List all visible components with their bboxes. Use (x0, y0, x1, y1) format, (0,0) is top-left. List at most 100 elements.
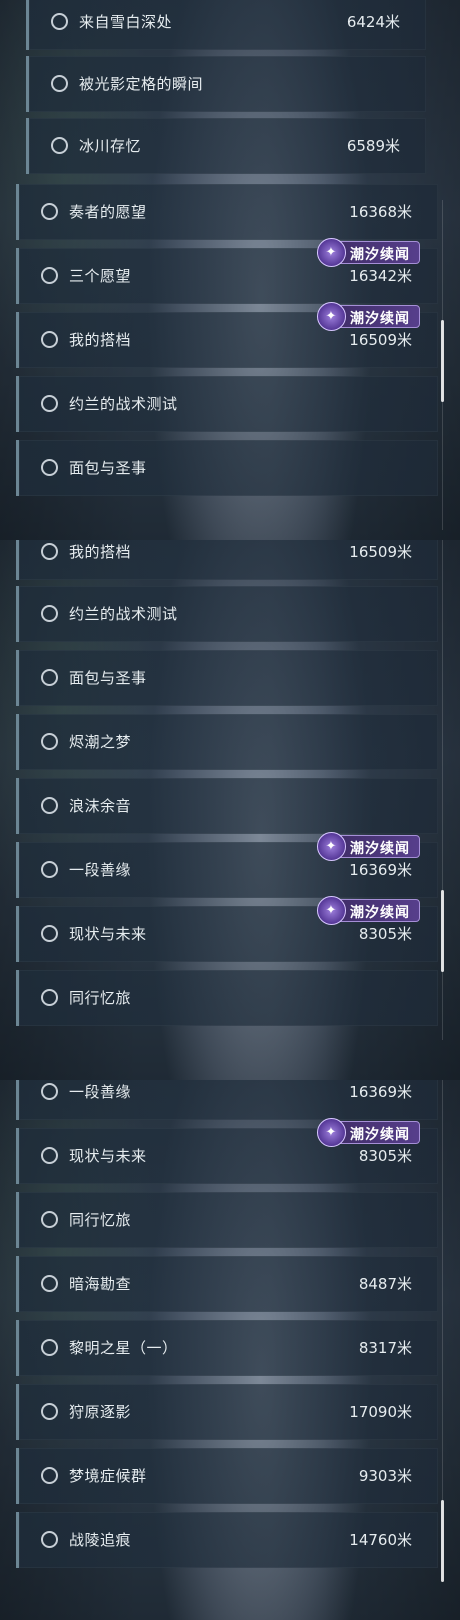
quest-title: 冰川存忆 (79, 137, 142, 155)
quest-distance: 8305米 (358, 1147, 412, 1165)
quest-distance: 8305米 (358, 925, 412, 943)
circle-outline-icon (41, 395, 58, 412)
quest-row[interactable]: 一段善缘 16369米 ✦ 潮汐续闻 (16, 832, 438, 898)
quest-row[interactable]: 被光影定格的瞬间 (26, 56, 426, 112)
quest-row[interactable]: 梦境症候群 9303米 (16, 1448, 438, 1504)
quest-row[interactable]: 面包与圣事 (16, 440, 438, 496)
badge-label: 潮汐续闻 (350, 247, 410, 263)
quest-title: 一段善缘 (69, 1083, 132, 1101)
quest-row[interactable]: 三个愿望 16342米 ✦ 潮汐续闻 (16, 238, 438, 304)
circle-outline-icon (51, 137, 68, 154)
quest-distance: 16509米 (349, 331, 412, 349)
quest-distance: 6424米 (346, 13, 400, 31)
tide-event-badge: ✦ 潮汐续闻 (317, 896, 420, 925)
tide-event-badge: ✦ 潮汐续闻 (317, 302, 420, 331)
circle-outline-icon (51, 13, 68, 30)
quest-title: 来自雪白深处 (79, 13, 173, 31)
quest-row[interactable]: 黎明之星（一） 8317米 (16, 1320, 438, 1376)
quest-row[interactable]: 现状与未来 8305米 ✦ 潮汐续闻 (16, 1118, 438, 1184)
quest-list-panel-1: 来自雪白深处 6424米被光影定格的瞬间冰川存忆 6589米奏者的愿望 16368米三… (0, 0, 460, 540)
quest-title: 暗海勘查 (69, 1275, 132, 1293)
badge-label: 潮汐续闻 (350, 841, 410, 857)
quest-title: 狩原逐影 (69, 1403, 132, 1421)
quest-row[interactable]: 狩原逐影 17090米 (16, 1384, 438, 1440)
tide-event-badge: ✦ 潮汐续闻 (317, 832, 420, 861)
circle-outline-icon (41, 605, 58, 622)
quest-title: 同行忆旅 (69, 1211, 132, 1229)
quest-title: 约兰的战术测试 (69, 605, 178, 623)
quest-row[interactable]: 烬潮之梦 (16, 714, 438, 770)
tide-emblem-icon: ✦ (317, 896, 346, 925)
tide-emblem-icon: ✦ (317, 238, 346, 267)
badge-label: 潮汐续闻 (350, 905, 410, 921)
quest-distance: 17090米 (349, 1403, 412, 1421)
scrollbar-thumb[interactable] (441, 320, 444, 402)
quest-distance: 16509米 (349, 543, 412, 561)
circle-outline-icon (41, 1339, 58, 1356)
quest-title: 面包与圣事 (69, 459, 147, 477)
quest-distance: 16368米 (349, 203, 412, 221)
quest-row[interactable]: 暗海勘查 8487米 (16, 1256, 438, 1312)
quest-title: 奏者的愿望 (69, 203, 147, 221)
quest-title: 约兰的战术测试 (69, 395, 178, 413)
quest-row[interactable]: 约兰的战术测试 (16, 586, 438, 642)
tide-emblem-icon: ✦ (317, 1118, 346, 1147)
circle-outline-icon (41, 861, 58, 878)
tide-event-badge: ✦ 潮汐续闻 (317, 238, 420, 267)
quest-distance: 16369米 (349, 1083, 412, 1101)
quest-row[interactable]: 冰川存忆 6589米 (26, 118, 426, 174)
quest-title: 被光影定格的瞬间 (79, 75, 204, 93)
quest-distance: 9303米 (358, 1467, 412, 1485)
quest-row[interactable]: 现状与未来 8305米 ✦ 潮汐续闻 (16, 896, 438, 962)
quest-row[interactable]: 我的搭档 16509米 ✦ 潮汐续闻 (16, 302, 438, 368)
quest-distance: 16342米 (349, 267, 412, 285)
circle-outline-icon (41, 1211, 58, 1228)
scrollbar-thumb[interactable] (441, 890, 444, 972)
quest-title: 梦境症候群 (69, 1467, 147, 1485)
circle-outline-icon (41, 989, 58, 1006)
quest-title: 浪沫余音 (69, 797, 132, 815)
tide-emblem-icon: ✦ (317, 832, 346, 861)
tide-event-badge: ✦ 潮汐续闻 (317, 1118, 420, 1147)
circle-outline-icon (41, 203, 58, 220)
badge-label: 潮汐续闻 (350, 311, 410, 327)
quest-row[interactable]: 同行忆旅 (16, 970, 438, 1026)
quest-row[interactable]: 战陵追痕 14760米 (16, 1512, 438, 1568)
quest-title: 现状与未来 (69, 1147, 147, 1165)
quest-title: 现状与未来 (69, 925, 147, 943)
quest-title: 烬潮之梦 (69, 733, 132, 751)
quest-title: 面包与圣事 (69, 669, 147, 687)
quest-distance: 14760米 (349, 1531, 412, 1549)
quest-distance: 8487米 (358, 1275, 412, 1293)
quest-title: 我的搭档 (69, 331, 132, 349)
circle-outline-icon (41, 1467, 58, 1484)
circle-outline-icon (41, 267, 58, 284)
quest-row[interactable]: 我的搭档 16509米 (16, 540, 438, 580)
circle-outline-icon (41, 733, 58, 750)
circle-outline-icon (41, 925, 58, 942)
quest-list-panel-2: 我的搭档 16509米约兰的战术测试 面包与圣事烬潮之梦浪沫余音一段善缘 16369米… (0, 540, 460, 1080)
quest-row[interactable]: 来自雪白深处 6424米 (26, 0, 426, 50)
tide-emblem-icon: ✦ (317, 302, 346, 331)
quest-row[interactable]: 约兰的战术测试 (16, 376, 438, 432)
circle-outline-icon (41, 1083, 58, 1100)
quest-distance: 16369米 (349, 861, 412, 879)
quest-row[interactable]: 同行忆旅 (16, 1192, 438, 1248)
circle-outline-icon (41, 543, 58, 560)
quest-row[interactable]: 奏者的愿望 16368米 (16, 184, 438, 240)
circle-outline-icon (41, 1275, 58, 1292)
scrollbar-thumb[interactable] (441, 1500, 444, 1582)
quest-title: 一段善缘 (69, 861, 132, 879)
quest-row[interactable]: 面包与圣事 (16, 650, 438, 706)
circle-outline-icon (51, 75, 68, 92)
quest-row[interactable]: 一段善缘 16369米 (16, 1080, 438, 1120)
quest-row[interactable]: 浪沫余音 (16, 778, 438, 834)
circle-outline-icon (41, 331, 58, 348)
quest-list-panel-3: 一段善缘 16369米现状与未来 8305米 ✦ 潮汐续闻同行忆旅暗海勘查 8487米黎明… (0, 1080, 460, 1620)
quest-title: 黎明之星（一） (69, 1339, 178, 1357)
circle-outline-icon (41, 459, 58, 476)
quest-title: 战陵追痕 (69, 1531, 132, 1549)
circle-outline-icon (41, 797, 58, 814)
quest-distance: 8317米 (358, 1339, 412, 1357)
quest-title: 我的搭档 (69, 543, 132, 561)
